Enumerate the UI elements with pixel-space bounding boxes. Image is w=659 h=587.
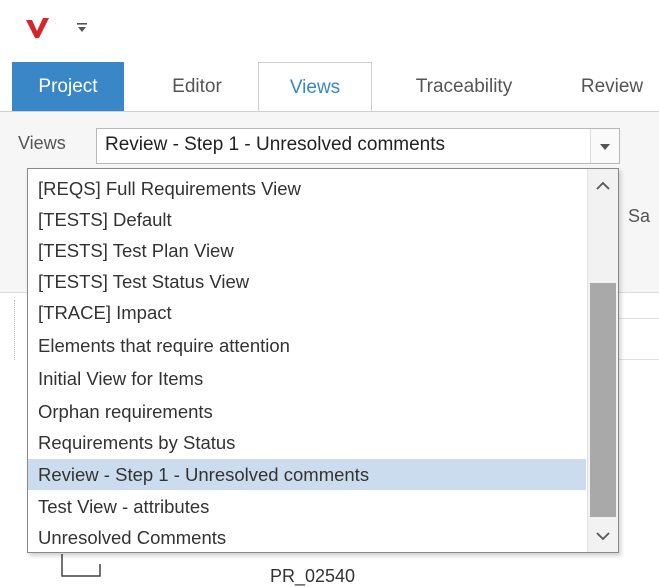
chevron-down-icon	[600, 144, 610, 150]
list-item[interactable]: [TRACE] Impact	[28, 297, 586, 328]
list-item[interactable]: [TESTS] Test Plan View	[28, 235, 586, 266]
tab-traceability[interactable]: Traceability	[384, 62, 544, 112]
ribbon-tab-bar: Project Editor Views Traceability Review	[0, 62, 659, 112]
list-item[interactable]: [TESTS] Test Status View	[28, 266, 586, 297]
item-type-icon	[61, 554, 101, 577]
list-item[interactable]: Unresolved Comments	[28, 522, 586, 553]
list-item[interactable]: [REQS] Full Requirements View	[28, 173, 586, 204]
tab-project[interactable]: Project	[12, 62, 124, 112]
list-item-selected[interactable]: Review - Step 1 - Unresolved comments	[28, 459, 586, 490]
chevron-down-icon[interactable]	[595, 531, 611, 541]
scrollbar-thumb[interactable]	[590, 283, 616, 517]
views-dropdown-list[interactable]: [REQS] Full Requirements View [TESTS] De…	[27, 168, 619, 553]
list-item[interactable]: Initial View for Items	[28, 363, 586, 394]
tab-editor[interactable]: Editor	[140, 62, 254, 112]
views-combo-label: Views	[18, 133, 66, 153]
customize-quick-access-icon[interactable]	[74, 20, 90, 36]
list-item[interactable]: Requirements by Status	[28, 427, 586, 458]
dropdown-scrollbar[interactable]	[587, 169, 618, 552]
list-item[interactable]: Test View - attributes	[28, 491, 586, 522]
list-item[interactable]: Orphan requirements	[28, 396, 586, 427]
vector-logo-icon[interactable]	[24, 14, 52, 42]
save-button-partial[interactable]: Sa	[628, 206, 650, 227]
tab-views[interactable]: Views	[258, 62, 372, 112]
list-item[interactable]: Elements that require attention	[28, 330, 586, 361]
list-item[interactable]: [TESTS] Default	[28, 204, 586, 235]
views-combobox[interactable]: Review - Step 1 - Unresolved comments	[96, 128, 620, 164]
tab-review[interactable]: Review	[562, 62, 659, 112]
pane-splitter[interactable]	[14, 300, 21, 360]
item-id-label: PR_02540	[270, 566, 356, 586]
views-combobox-value: Review - Step 1 - Unresolved comments	[105, 134, 446, 155]
views-combobox-dropdown-button[interactable]	[590, 129, 619, 163]
chevron-up-icon[interactable]	[595, 181, 611, 191]
